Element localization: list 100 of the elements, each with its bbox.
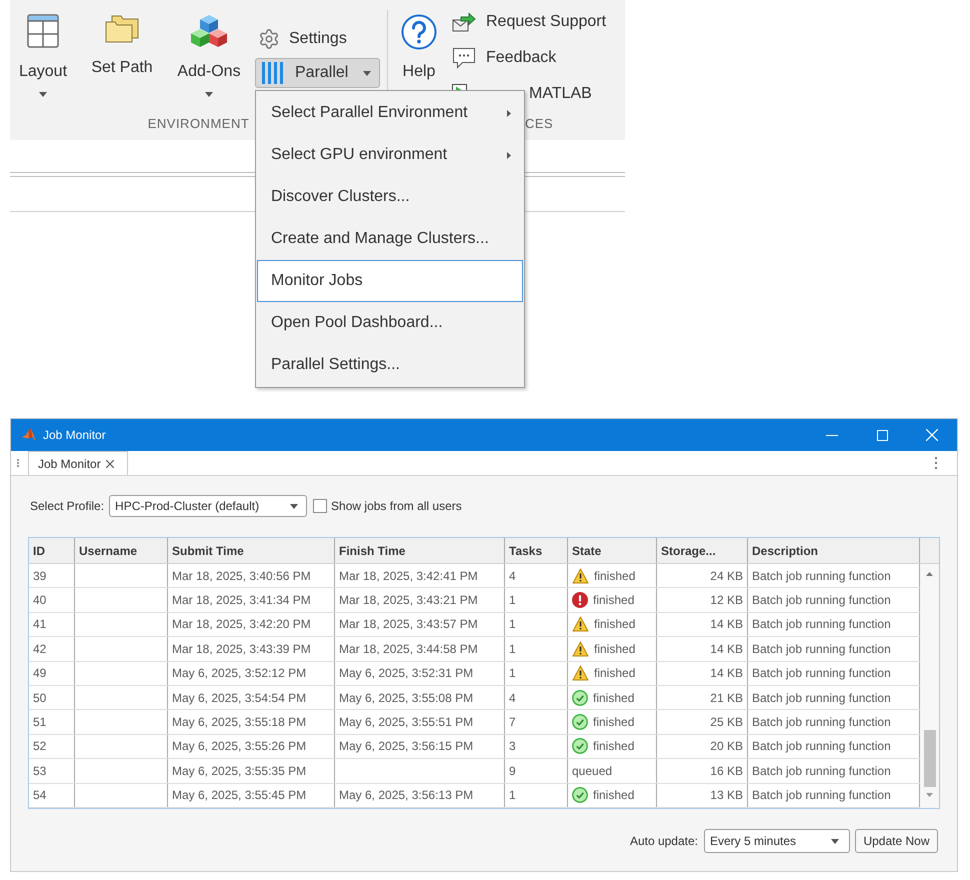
table-cell: Mar 18, 2025, 3:42:41 PM (335, 564, 505, 588)
help-button[interactable]: Help (399, 0, 439, 82)
column-header[interactable]: State (568, 538, 657, 563)
toolstrip-button[interactable]: Add-Ons (168, 0, 250, 110)
menu-item[interactable]: Select Parallel Environment (257, 92, 523, 134)
state-text: finished (593, 787, 634, 804)
vertical-scrollbar[interactable] (920, 564, 939, 808)
table-cell: 42 (29, 637, 75, 661)
table-cell: Mar 18, 2025, 3:44:58 PM (335, 637, 505, 661)
table-cell: 41 (29, 612, 75, 636)
table-cell: Mar 18, 2025, 3:42:20 PM (168, 612, 335, 636)
table-cell: Mar 18, 2025, 3:41:34 PM (168, 588, 335, 612)
column-header[interactable]: ID (29, 538, 75, 563)
state-text: finished (593, 592, 634, 610)
parallel-button[interactable]: Parallel (255, 58, 380, 88)
window-title: Job Monitor (43, 427, 106, 444)
caret-icon (363, 70, 371, 76)
toolstrip-link[interactable]: MATLAB (529, 76, 592, 112)
checkbox-label[interactable]: Show jobs from all users (331, 497, 462, 515)
auto-update-dropdown[interactable]: Every 5 minutes (704, 829, 850, 853)
envelope-arrow-icon (452, 12, 476, 32)
state-text: finished (593, 738, 634, 756)
maximize-icon (876, 430, 888, 440)
table-cell: 9 (505, 759, 568, 783)
tab[interactable]: Job Monitor (28, 451, 128, 475)
close-icon (106, 460, 114, 468)
table-cell: 1 (505, 784, 568, 807)
close-icon (926, 429, 938, 441)
table-cell: 4 (505, 564, 568, 588)
menu-item[interactable]: Parallel Settings... (257, 344, 523, 386)
state-text: finished (593, 690, 634, 707)
scroll-up-arrow-icon[interactable] (926, 572, 933, 576)
table-cell: May 6, 2025, 3:55:35 PM (168, 759, 335, 783)
table-cell: Mar 18, 2025, 3:43:39 PM (168, 637, 335, 661)
toolstrip-link[interactable]: Feedback (452, 40, 606, 76)
cubes-icon (190, 14, 228, 48)
table-cell: 1 (505, 588, 568, 612)
update-now-button[interactable]: Update Now (855, 829, 938, 853)
table-cell: Mar 18, 2025, 3:43:57 PM (335, 612, 505, 636)
logo-icon (22, 428, 36, 442)
table-cell: 16 KB (657, 759, 748, 783)
state-text: finished (594, 616, 636, 634)
table-cell: May 6, 2025, 3:55:26 PM (168, 734, 335, 758)
table-cell: 40 (29, 588, 75, 612)
table-cell: May 6, 2025, 3:54:54 PM (168, 686, 335, 710)
minimize-icon (826, 434, 838, 436)
menu-item[interactable]: Monitor Jobs (257, 260, 523, 302)
scroll-down-arrow-icon[interactable] (926, 793, 933, 797)
table-cell: 12 KB (657, 588, 748, 612)
column-header[interactable]: Tasks (505, 538, 568, 563)
table-cell: May 6, 2025, 3:55:45 PM (168, 784, 335, 807)
table-cell: 3 (505, 734, 568, 758)
table-cell: Mar 18, 2025, 3:40:56 PM (168, 564, 335, 588)
toolstrip-button[interactable]: Layout (10, 0, 76, 110)
column-header[interactable]: Storage... (657, 538, 748, 563)
caret-icon (831, 838, 839, 844)
table-cell: 39 (29, 564, 75, 588)
table-cell: 13 KB (657, 784, 748, 807)
checkbox[interactable] (313, 499, 328, 513)
section-label: ENVIRONMENT (148, 116, 250, 132)
caret-icon (290, 504, 298, 508)
table-cell: 50 (29, 686, 75, 710)
settings-button[interactable]: Settings (255, 26, 347, 52)
state-text: queued (572, 762, 612, 780)
menu-item[interactable]: Create and Manage Clusters... (257, 218, 523, 260)
table-cell: 1 (505, 637, 568, 661)
menu-item[interactable]: Open Pool Dashboard... (257, 302, 523, 344)
table-cell: 24 KB (657, 564, 748, 588)
state-text: finished (594, 665, 636, 682)
state-text: finished (594, 640, 636, 658)
table-cell: 14 KB (657, 612, 748, 636)
column-header[interactable]: Username (75, 538, 168, 563)
column-header[interactable]: Description (748, 538, 920, 563)
state-text: finished (593, 714, 634, 732)
table-cell: 20 KB (657, 734, 748, 758)
table-cell: May 6, 2025, 3:55:08 PM (335, 686, 505, 710)
table-cell: May 6, 2025, 3:52:31 PM (335, 662, 505, 685)
column-header[interactable]: Submit Time (168, 538, 335, 563)
layout-grid-icon (27, 14, 59, 48)
table-cell: 49 (29, 662, 75, 685)
vertical-bars-icon (262, 62, 284, 84)
scrollbar-thumb[interactable] (924, 730, 936, 787)
field-label: Select Profile: (30, 498, 104, 515)
table-cell: 7 (505, 710, 568, 734)
help-icon (401, 14, 437, 50)
table-cell: May 6, 2025, 3:55:18 PM (168, 710, 335, 734)
table-cell: 21 KB (657, 686, 748, 710)
toolstrip-link[interactable]: Request Support (452, 4, 606, 40)
table-cell: Mar 18, 2025, 3:43:21 PM (335, 588, 505, 612)
table-cell: 51 (29, 710, 75, 734)
gear-icon (258, 28, 280, 50)
profile-dropdown[interactable]: HPC-Prod-Cluster (default) (109, 495, 308, 517)
table-cell: 14 KB (657, 637, 748, 661)
table-cell: 14 KB (657, 662, 748, 685)
column-header[interactable]: Finish Time (335, 538, 505, 563)
menu-item[interactable]: Select GPU environment (257, 134, 523, 176)
table-cell: 52 (29, 734, 75, 758)
menu-item[interactable]: Discover Clusters... (257, 176, 523, 218)
toolstrip-button[interactable]: Set Path (76, 0, 168, 110)
table-cell: 53 (29, 759, 75, 783)
